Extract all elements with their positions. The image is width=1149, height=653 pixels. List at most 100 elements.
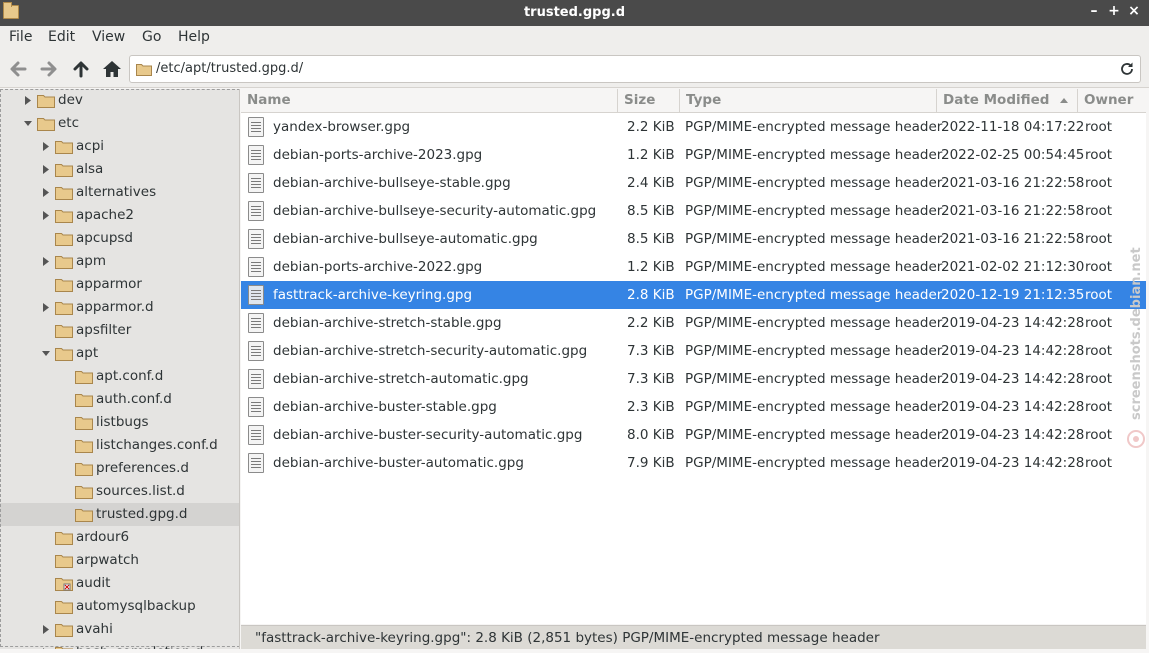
minimize-button[interactable]: –	[1085, 3, 1103, 23]
close-button[interactable]: ×	[1125, 3, 1143, 23]
file-row[interactable]: debian-archive-bullseye-automatic.gpg 8.5…	[241, 225, 1146, 253]
sidebar-item-label: auth.conf.d	[96, 391, 172, 407]
file-type: PGP/MIME-encrypted message header	[685, 315, 943, 331]
file-name: debian-archive-stretch-stable.gpg	[273, 315, 502, 331]
expander-collapsed-icon[interactable]	[42, 165, 50, 174]
file-row[interactable]: debian-ports-archive-2022.gpg 1.2 KiB PGP/…	[241, 253, 1146, 281]
sidebar-item-etc[interactable]: etc	[0, 112, 239, 135]
expander-collapsed-icon[interactable]	[42, 648, 50, 649]
menu-help[interactable]: Help	[178, 29, 210, 45]
sidebar-item-label: preferences.d	[96, 460, 189, 476]
file-row[interactable]: debian-archive-buster-automatic.gpg 7.9 K…	[241, 449, 1146, 477]
sidebar-item-listbugs[interactable]: listbugs	[0, 411, 239, 434]
sidebar-item-label: trusted.gpg.d	[96, 506, 188, 522]
expander-collapsed-icon[interactable]	[42, 303, 50, 312]
file-name: debian-archive-buster-stable.gpg	[273, 399, 497, 415]
sidebar-tree[interactable]: dev etc acpi alsa alternatives apache2 apcupsd…	[0, 89, 240, 649]
sidebar-item-label: apt	[76, 345, 99, 361]
menu-file[interactable]: File	[9, 29, 32, 45]
column-name[interactable]: Name	[241, 89, 618, 113]
expander-collapsed-icon[interactable]	[42, 625, 50, 634]
file-row[interactable]: debian-archive-bullseye-security-automat…	[241, 197, 1146, 225]
maximize-button[interactable]: +	[1105, 3, 1123, 23]
file-name: debian-ports-archive-2023.gpg	[273, 147, 483, 163]
sidebar-item-auth-conf-d[interactable]: auth.conf.d	[0, 388, 239, 411]
expander-expanded-icon[interactable]	[24, 119, 32, 128]
file-owner: root	[1085, 203, 1113, 219]
column-size[interactable]: Size	[618, 89, 680, 113]
sidebar-item-dev[interactable]: dev	[0, 89, 239, 112]
file-row[interactable]: debian-archive-stretch-stable.gpg 2.2 KiB…	[241, 309, 1146, 337]
file-type: PGP/MIME-encrypted message header	[685, 287, 943, 303]
expander-collapsed-icon[interactable]	[42, 211, 50, 220]
file-document-icon	[248, 201, 264, 221]
file-document-icon	[248, 229, 264, 249]
sidebar-item-sources-list-d[interactable]: sources.list.d	[0, 480, 239, 503]
sidebar-item-automysqlbackup[interactable]: automysqlbackup	[0, 595, 239, 618]
sidebar-item-acpi[interactable]: acpi	[0, 135, 239, 158]
menu-view[interactable]: View	[92, 29, 125, 45]
file-date: 2019-04-23 14:42:28	[941, 343, 1085, 359]
sidebar-item-ardour6[interactable]: ardour6	[0, 526, 239, 549]
file-row[interactable]: debian-archive-bullseye-stable.gpg 2.4 Ki…	[241, 169, 1146, 197]
sidebar-item-label: alsa	[76, 161, 104, 177]
expander-collapsed-icon[interactable]	[42, 257, 50, 266]
location-bar[interactable]: /etc/apt/trusted.gpg.d/	[129, 55, 1141, 83]
folder-icon	[37, 118, 55, 131]
column-type[interactable]: Type	[680, 89, 937, 113]
file-row[interactable]: fasttrack-archive-keyring.gpg 2.8 KiB PGP/…	[241, 281, 1146, 309]
file-date: 2022-02-25 00:54:45	[941, 147, 1085, 163]
sidebar-item-label: etc	[58, 115, 80, 131]
file-document-icon	[248, 341, 264, 361]
expander-collapsed-icon[interactable]	[24, 96, 32, 105]
menu-edit[interactable]: Edit	[48, 29, 75, 45]
expander-collapsed-icon[interactable]	[42, 142, 50, 151]
sidebar-item-avahi[interactable]: avahi	[0, 618, 239, 641]
file-size: 1.2 KiB	[627, 259, 675, 275]
back-button[interactable]	[6, 58, 30, 80]
file-name: debian-archive-buster-automatic.gpg	[273, 455, 524, 471]
sidebar-item-apt-conf-d[interactable]: apt.conf.d	[0, 365, 239, 388]
file-row[interactable]: yandex-browser.gpg 2.2 KiB PGP/MIME-encryp…	[241, 113, 1146, 141]
file-list[interactable]: Name Size Type Date Modified Owner yande…	[241, 89, 1146, 624]
sidebar-item-apparmor-d[interactable]: apparmor.d	[0, 296, 239, 319]
sidebar-item-apm[interactable]: apm	[0, 250, 239, 273]
file-row[interactable]: debian-archive-buster-security-automatic…	[241, 421, 1146, 449]
reload-icon[interactable]	[1118, 60, 1136, 78]
file-size: 2.3 KiB	[627, 399, 675, 415]
column-date-modified[interactable]: Date Modified	[937, 89, 1078, 113]
file-row[interactable]: debian-archive-stretch-security-automati…	[241, 337, 1146, 365]
expander-expanded-icon[interactable]	[42, 349, 50, 358]
forward-button[interactable]	[37, 58, 61, 80]
sidebar-item-listchanges-conf-d[interactable]: listchanges.conf.d	[0, 434, 239, 457]
sidebar-item-apparmor[interactable]: apparmor	[0, 273, 239, 296]
sidebar-item-audit[interactable]: audit	[0, 572, 239, 595]
up-button[interactable]	[69, 58, 93, 80]
sidebar-item-preferences-d[interactable]: preferences.d	[0, 457, 239, 480]
folder-icon	[75, 440, 93, 453]
file-row[interactable]: debian-archive-buster-stable.gpg 2.3 KiB P…	[241, 393, 1146, 421]
sidebar-item-alternatives[interactable]: alternatives	[0, 181, 239, 204]
sidebar-item-bash-completion-d[interactable]: bash_completion.d	[0, 641, 239, 649]
sidebar-item-apt[interactable]: apt	[0, 342, 239, 365]
sidebar-item-apcupsd[interactable]: apcupsd	[0, 227, 239, 250]
column-owner[interactable]: Owner	[1078, 89, 1146, 113]
file-size: 2.8 KiB	[627, 287, 675, 303]
file-row[interactable]: debian-ports-archive-2023.gpg 1.2 KiB PGP/…	[241, 141, 1146, 169]
sidebar-item-label: apt.conf.d	[96, 368, 164, 384]
menu-go[interactable]: Go	[142, 29, 161, 45]
file-size: 1.2 KiB	[627, 147, 675, 163]
file-document-icon	[248, 369, 264, 389]
sidebar-item-alsa[interactable]: alsa	[0, 158, 239, 181]
sidebar-item-apache2[interactable]: apache2	[0, 204, 239, 227]
expander-collapsed-icon[interactable]	[42, 188, 50, 197]
home-button[interactable]	[100, 58, 124, 80]
sidebar-item-trusted-gpg-d[interactable]: trusted.gpg.d	[0, 503, 239, 526]
file-size: 2.4 KiB	[627, 175, 675, 191]
file-owner: root	[1085, 427, 1113, 443]
file-type: PGP/MIME-encrypted message header	[685, 399, 943, 415]
file-row[interactable]: debian-archive-stretch-automatic.gpg 7.3 …	[241, 365, 1146, 393]
sidebar-item-apsfilter[interactable]: apsfilter	[0, 319, 239, 342]
sidebar-item-arpwatch[interactable]: arpwatch	[0, 549, 239, 572]
file-document-icon	[248, 425, 264, 445]
